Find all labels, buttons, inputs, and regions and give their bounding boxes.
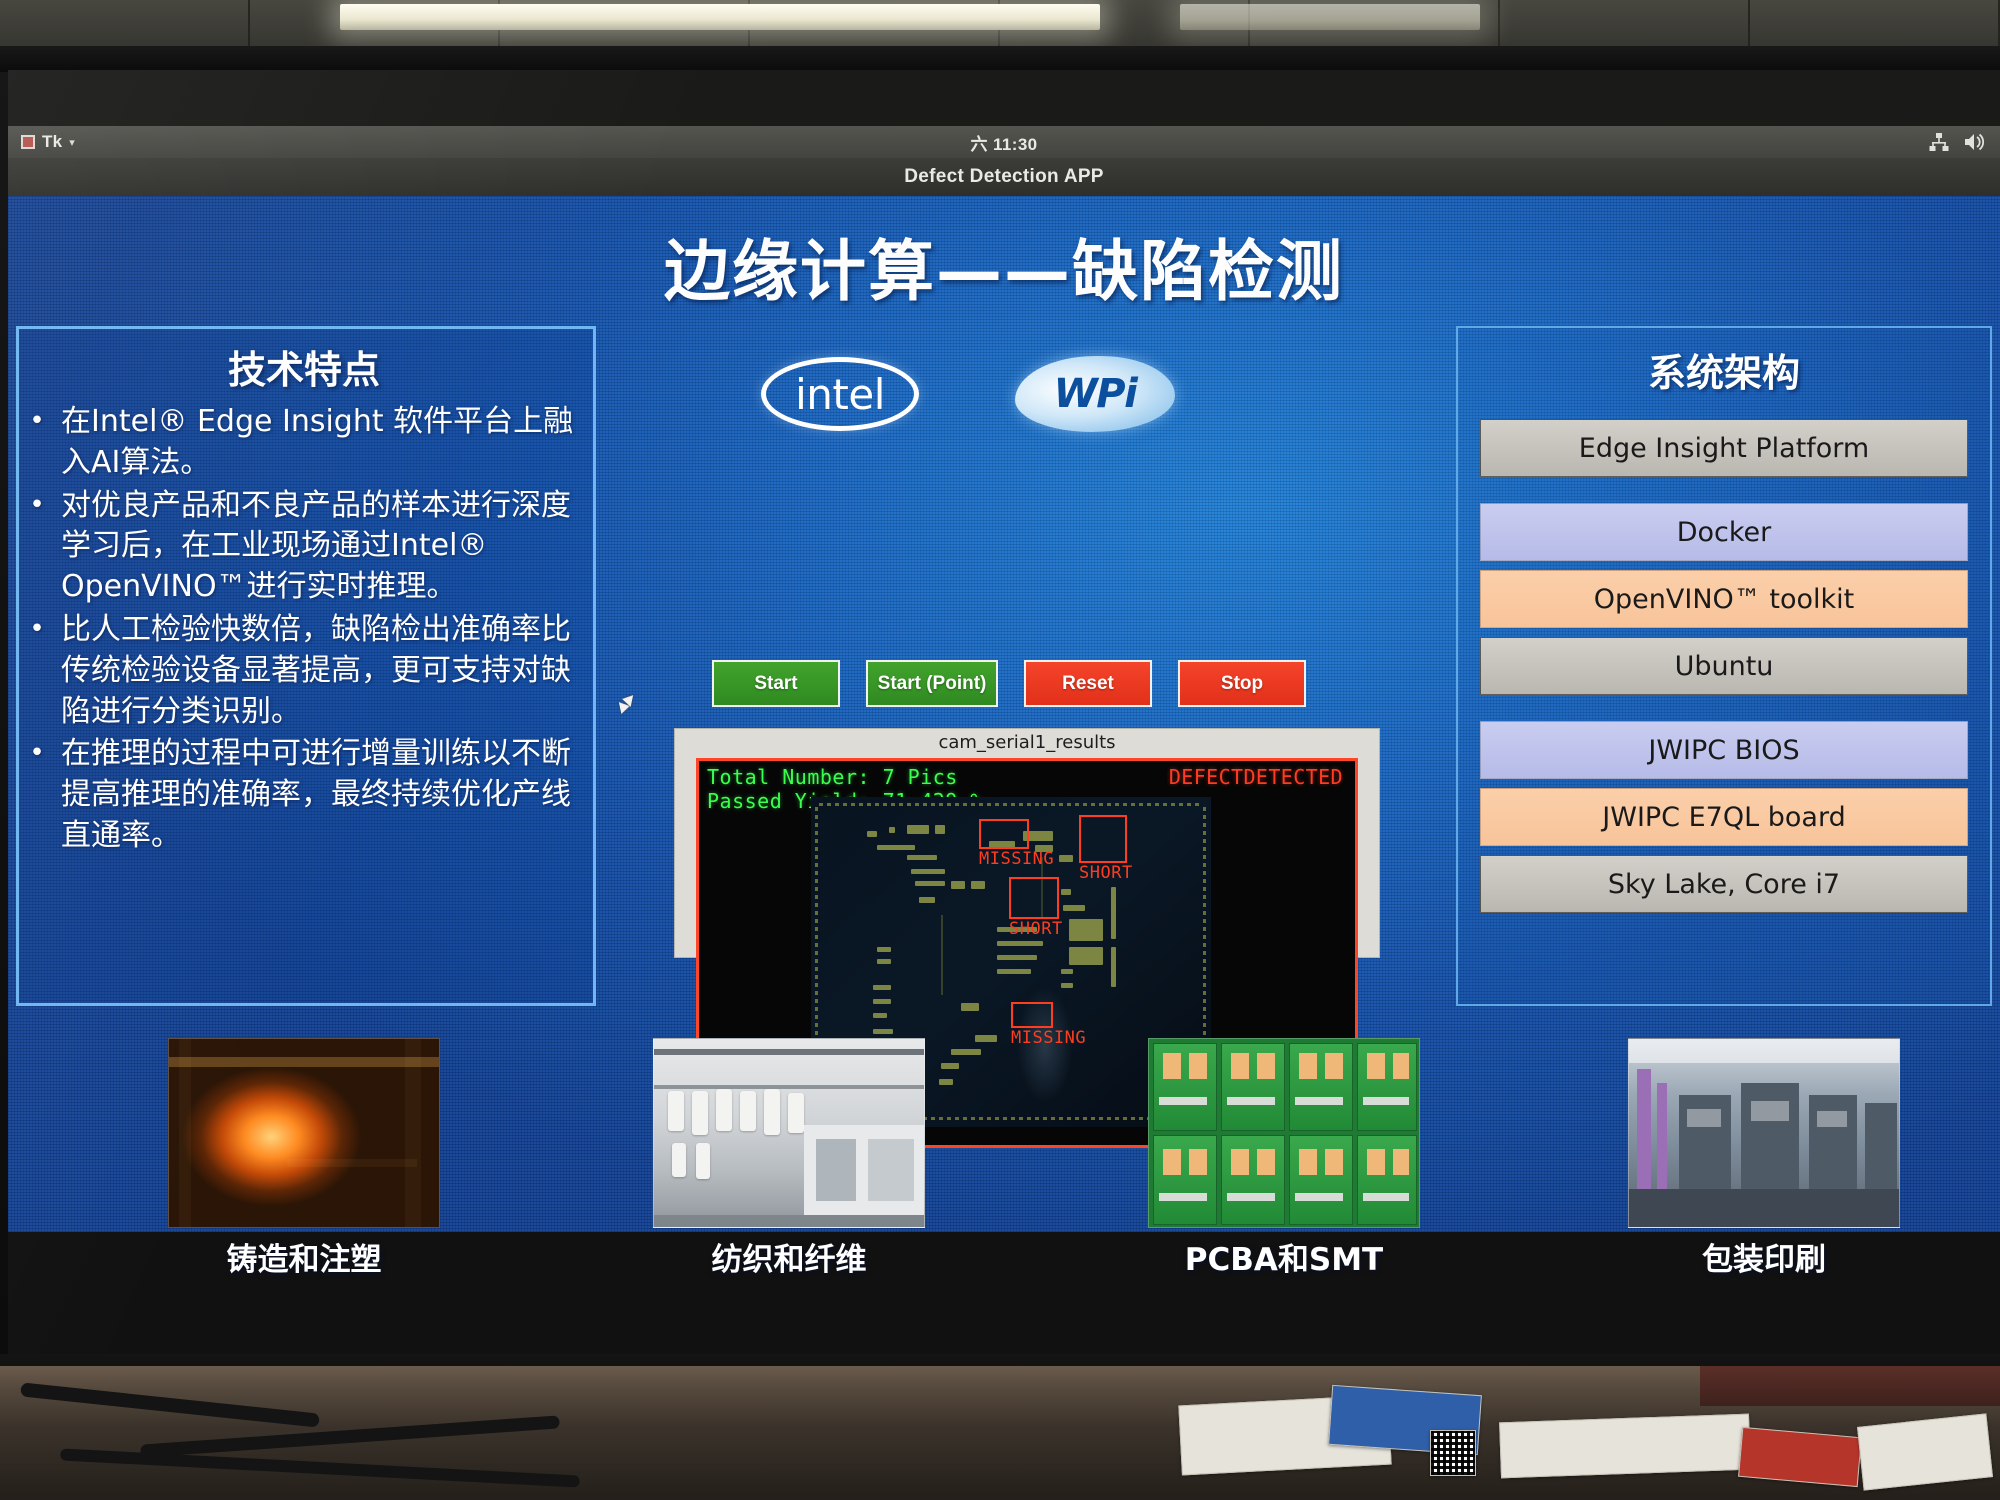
feature-panel: 技术特点 • 在Intel® Edge Insight 软件平台上融入AI算法。… <box>16 326 596 1006</box>
bullet-icon: • <box>29 489 45 520</box>
packaging-photo <box>1628 1038 1900 1228</box>
total-number-text: Total Number: 7 Pics <box>707 765 958 789</box>
defect-status-badge: DEFECTDETECTED <box>1168 765 1343 789</box>
list-item: • 在Intel® Edge Insight 软件平台上融入AI算法。 <box>29 402 579 484</box>
arch-layer-openvino-toolkit: OpenVINO™ toolkit <box>1480 570 1968 628</box>
industry-item-packaging: 包装印刷 <box>1628 1038 1900 1278</box>
wpi-logo: WPi <box>1015 356 1175 432</box>
foundry-photo <box>168 1038 440 1228</box>
document-on-desk <box>1499 1413 1751 1479</box>
detection-label: SHORT <box>1079 863 1133 883</box>
app-canvas: 边缘计算——缺陷检测 技术特点 • 在Intel® Edge Insight 软… <box>8 196 2000 1278</box>
textile-photo <box>653 1038 925 1228</box>
industry-caption: 铸造和注塑 <box>226 1242 382 1278</box>
app-title: Defect Detection APP <box>904 166 1104 187</box>
list-item: • 对优良产品和不良产品的样本进行深度学习后，在工业现场通过Intel® Ope… <box>29 486 579 608</box>
feature-text: 对优良产品和不良产品的样本进行深度学习后，在工业现场通过Intel® OpenV… <box>61 487 571 605</box>
stop-button[interactable]: Stop <box>1178 660 1306 707</box>
list-item: • 在推理的过程中可进行增量训练以不断提高推理的准确率，最终持续优化产线直通率。 <box>29 734 579 856</box>
arch-layer-jwipc-bios: JWIPC BIOS <box>1480 721 1968 779</box>
reset-button[interactable]: Reset <box>1024 660 1152 707</box>
industry-caption: PCBA和SMT <box>1184 1242 1384 1278</box>
feature-list: • 在Intel® Edge Insight 软件平台上融入AI算法。 • 对优… <box>29 402 579 857</box>
industry-item-foundry: 铸造和注塑 <box>168 1038 440 1278</box>
architecture-stack: Edge Insight Platform Docker OpenVINO™ t… <box>1458 419 1990 913</box>
os-top-panel: Tk ▾ 六 11:30 <box>8 126 2000 158</box>
bullet-icon: • <box>29 613 45 644</box>
monitor: Tk ▾ 六 11:30 Defect Detection APP 边缘计算——… <box>0 46 2000 1412</box>
arch-layer-ubuntu: Ubuntu <box>1480 637 1968 695</box>
volume-icon[interactable] <box>1964 133 1986 151</box>
feature-text: 比人工检验快数倍，缺陷检出准确率比传统检验设备显著提高，更可支持对缺陷进行分类识… <box>61 611 571 729</box>
photo-of-monitor-scene: Tk ▾ 六 11:30 Defect Detection APP 边缘计算——… <box>0 0 2000 1500</box>
wall-lower-right <box>1700 1366 2000 1406</box>
page-title: 边缘计算——缺陷检测 <box>664 233 1344 310</box>
document-on-desk <box>1738 1426 1862 1488</box>
start-point-button[interactable]: Start (Point) <box>866 660 998 707</box>
app-titlebar: Defect Detection APP <box>8 158 2000 196</box>
detection-box <box>1009 877 1059 919</box>
intel-logo: intel <box>761 357 919 431</box>
tk-app-label: Tk <box>42 132 63 151</box>
document-on-desk <box>1857 1413 1993 1491</box>
arch-layer-jwipc-e7ql-board: JWIPC E7QL board <box>1480 788 1968 846</box>
camera-caption: cam_serial1_results <box>938 732 1116 753</box>
list-item: • 比人工检验快数倍，缺陷检出准确率比传统检验设备显著提高，更可支持对缺陷进行分… <box>29 610 579 732</box>
arch-layer-sky-lake-core-i7: Sky Lake, Core i7 <box>1480 855 1968 913</box>
ceiling-light <box>1180 4 1480 30</box>
monitor-bezel-top <box>0 46 2000 72</box>
system-tray <box>1929 133 1986 151</box>
industry-item-textile: 纺织和纤维 <box>653 1038 925 1278</box>
architecture-panel-title: 系统架构 <box>1647 351 1800 395</box>
industry-item-pcba: PCBA和SMT <box>1148 1038 1420 1278</box>
detection-box <box>1079 815 1127 863</box>
arch-layer-docker: Docker <box>1480 503 1968 561</box>
detection-box <box>979 819 1029 849</box>
detection-label: MISSING <box>979 849 1055 869</box>
industry-caption: 纺织和纤维 <box>711 1242 867 1278</box>
tk-app-indicator[interactable]: Tk ▾ <box>21 132 75 152</box>
screen-letterbox <box>8 70 2000 126</box>
feature-panel-title: 技术特点 <box>227 348 380 392</box>
industry-caption: 包装印刷 <box>1702 1242 1826 1278</box>
system-clock[interactable]: 六 11:30 <box>970 130 1037 155</box>
chevron-down-icon: ▾ <box>69 136 75 149</box>
control-button-row: Start Start (Point) Reset Stop <box>712 660 1306 707</box>
detection-label: SHORT <box>1009 919 1063 939</box>
feature-text: 在Intel® Edge Insight 软件平台上融入AI算法。 <box>61 404 574 480</box>
start-button[interactable]: Start <box>712 660 840 707</box>
tk-app-icon <box>21 135 35 149</box>
industry-photo-row: 铸造和注塑 纺织和纤维 PCBA和SMT 包装印刷 <box>8 1038 2000 1278</box>
bullet-icon: • <box>29 738 45 769</box>
architecture-panel: 系统架构 Edge Insight Platform Docker OpenVI… <box>1456 326 1992 1006</box>
bullet-icon: • <box>29 406 45 436</box>
pcba-photo <box>1148 1038 1420 1228</box>
camera-results-panel: cam_serial1_results Total Number: 7 Pics… <box>674 728 1380 1148</box>
ceiling-light <box>340 4 1100 30</box>
qr-code-on-desk <box>1430 1430 1476 1476</box>
monitor-screen: Tk ▾ 六 11:30 Defect Detection APP 边缘计算——… <box>8 70 2000 1354</box>
feature-text: 在推理的过程中可进行增量训练以不断提高推理的准确率，最终持续优化产线直通率。 <box>61 736 571 853</box>
arch-layer-edge-insight-platform: Edge Insight Platform <box>1480 419 1968 477</box>
network-icon[interactable] <box>1929 133 1949 151</box>
logo-row: intel WPi <box>698 346 1238 442</box>
detection-box <box>1011 1002 1053 1028</box>
